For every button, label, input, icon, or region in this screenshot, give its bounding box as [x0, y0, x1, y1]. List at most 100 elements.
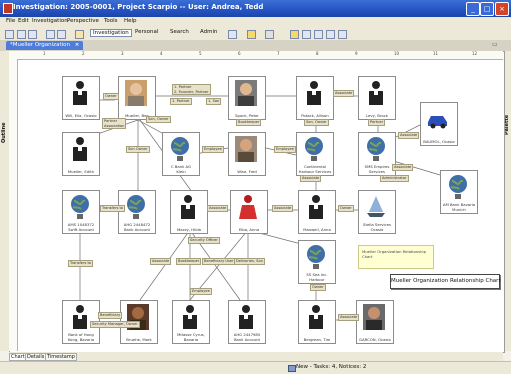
link-label[interactable]: Associate [272, 205, 294, 212]
person-node[interactable]: AHG 2447985 Bank Account [228, 300, 266, 344]
woman-icon [239, 195, 257, 219]
node-caption: SS Sea Inc. Harbour [306, 272, 328, 282]
car-icon [428, 116, 447, 129]
link-label[interactable]: Transfers to [68, 260, 94, 267]
node-caption: AHG 2447985 Bank Account [233, 332, 261, 342]
node-caption: Bruehe, Mark [126, 336, 152, 342]
link-label[interactable]: 1. Partner [170, 98, 192, 105]
person-node[interactable]: Mazzy, Hilda [170, 190, 208, 234]
link-label[interactable]: Transfers to [100, 205, 126, 212]
globe-icon [127, 195, 145, 219]
asset-node[interactable]: BAUMOL, Ocasio [420, 102, 458, 146]
entity-node[interactable]: Continental Harbour Services [296, 132, 334, 176]
node-caption: Bergman, Tim [303, 336, 331, 342]
person-node[interactable]: Will, Ella, Ocasio [62, 76, 100, 120]
link-label[interactable]: Owner [338, 205, 354, 212]
node-caption: Continental Harbour Services [298, 164, 332, 174]
entity-node[interactable]: AHG 2448472 Bank Account [118, 190, 156, 234]
link-label[interactable]: Associate [300, 175, 322, 182]
node-caption: Bank of Hong Kong, Bavaria [67, 332, 95, 342]
link-label[interactable]: Deliveries, Son [234, 258, 265, 265]
person-icon [181, 195, 195, 219]
bottom-tab-bar: Chart Details Timestamp [9, 352, 503, 361]
link-label[interactable]: Employee [190, 288, 212, 295]
person-node[interactable]: Mitasse Cyrus, Bavaria [172, 300, 210, 344]
entity-node[interactable]: AMS 1048372 Swift Account [62, 190, 100, 234]
link-label[interactable]: Owner [103, 93, 119, 100]
node-caption: Mueller, Edith [67, 168, 95, 174]
person-icon [239, 305, 253, 329]
link-label[interactable]: Security Officer [188, 237, 220, 244]
link-label[interactable]: Employee [274, 146, 296, 153]
entity-node[interactable]: SMS Empires Services [358, 132, 396, 176]
globe-icon [449, 175, 467, 199]
link-label[interactable]: Administrator [380, 175, 409, 182]
link-label[interactable]: Bookkeeper [176, 258, 202, 265]
node-caption: Maxwell, Anna [303, 226, 331, 232]
link-label[interactable]: Partner Association [102, 118, 127, 129]
tab-details[interactable]: Details [25, 353, 47, 361]
globe-icon [367, 137, 385, 161]
entity-node[interactable]: SS Sea Inc. Harbour [298, 240, 336, 284]
entity-node[interactable]: C Bank AG Klein [162, 132, 200, 176]
node-caption: C Bank AG Klein [170, 164, 192, 174]
node-caption: Will, Ella, Ocasio [65, 112, 97, 118]
person-node[interactable]: Bergman, Tim [298, 300, 336, 344]
link-label[interactable]: Beneficiary User [202, 258, 236, 265]
sticky-note[interactable]: Mueller Organization Relationship Chart [358, 245, 434, 269]
link-label[interactable]: 1. Son [206, 98, 222, 105]
link-label[interactable]: Associate [338, 314, 360, 321]
link-label[interactable]: 1. Partner 2. Founder, Partner [172, 84, 211, 95]
person-node[interactable]: GARCON, Ocasio [356, 300, 394, 344]
photo-icon [235, 136, 257, 162]
node-caption: AM Bank Bavaria Munich [442, 202, 476, 212]
node-caption: AHG 2448472 Bank Account [123, 222, 151, 232]
node-caption: Wise, Fred [237, 168, 257, 174]
person-icon [309, 195, 323, 219]
node-caption: Elba, Anna [238, 226, 260, 232]
node-caption: Levy, Brock [366, 112, 388, 118]
link-label[interactable]: Son, Owner [146, 116, 171, 123]
link-label[interactable]: Associate [398, 132, 420, 139]
tooltip-text: Mueller Organization Relationship Chart [391, 278, 501, 284]
person-icon [183, 305, 197, 329]
person-icon [309, 305, 323, 329]
person-icon [73, 137, 87, 161]
status-bar: New - Tasks: 4, Notices: 2 [0, 361, 511, 374]
link-label[interactable]: Employee [202, 146, 224, 153]
link-label[interactable]: Beneficiary [98, 312, 123, 319]
tooltip: Mueller Organization Relationship Chart [390, 274, 501, 289]
link-label[interactable]: Bookkeeper [236, 119, 262, 126]
boat-icon [367, 196, 385, 217]
link-label[interactable]: Partner [368, 119, 386, 126]
task-icon[interactable] [288, 365, 296, 372]
person-node[interactable]: Mueller, Ben [118, 76, 156, 120]
person-node[interactable]: Levy, Brock [358, 76, 396, 120]
node-caption: GARCON, Ocasio [359, 336, 391, 342]
node-caption: BAUMOL, Ocasio [423, 138, 455, 144]
person-node[interactable]: Wise, Fred [228, 132, 266, 176]
link-label[interactable]: Associate [150, 258, 172, 265]
person-node[interactable]: Elba, Anna [230, 190, 268, 234]
node-caption: Spock, Peter [235, 112, 259, 118]
link-label[interactable]: Son Owner [126, 146, 150, 153]
link-label[interactable]: Security Manager, Owner [90, 321, 140, 328]
link-label[interactable]: Associate [392, 164, 414, 171]
person-node[interactable]: Maxwell, Anna [298, 190, 336, 234]
person-node[interactable]: Potack, Allison [296, 76, 334, 120]
globe-icon [307, 245, 325, 269]
person-node[interactable]: Mueller, Edith [62, 132, 100, 176]
link-label[interactable]: Associate [333, 90, 355, 97]
node-caption: AMS 1048372 Swift Account [67, 222, 95, 232]
entity-node[interactable]: AM Bank Bavaria Munich [440, 170, 478, 214]
link-label[interactable]: Associate [207, 205, 229, 212]
photo-icon [235, 80, 257, 106]
photo-icon [363, 304, 385, 330]
person-node[interactable]: Spock, Peter [228, 76, 266, 120]
globe-icon [305, 137, 323, 161]
asset-node[interactable]: Stella Services Ocasio [358, 190, 396, 234]
link-label[interactable]: Son, Owner [304, 119, 329, 126]
link-label[interactable]: Owner [310, 284, 326, 291]
tab-timestamp[interactable]: Timestamp [45, 353, 77, 361]
photo-icon [125, 80, 147, 106]
